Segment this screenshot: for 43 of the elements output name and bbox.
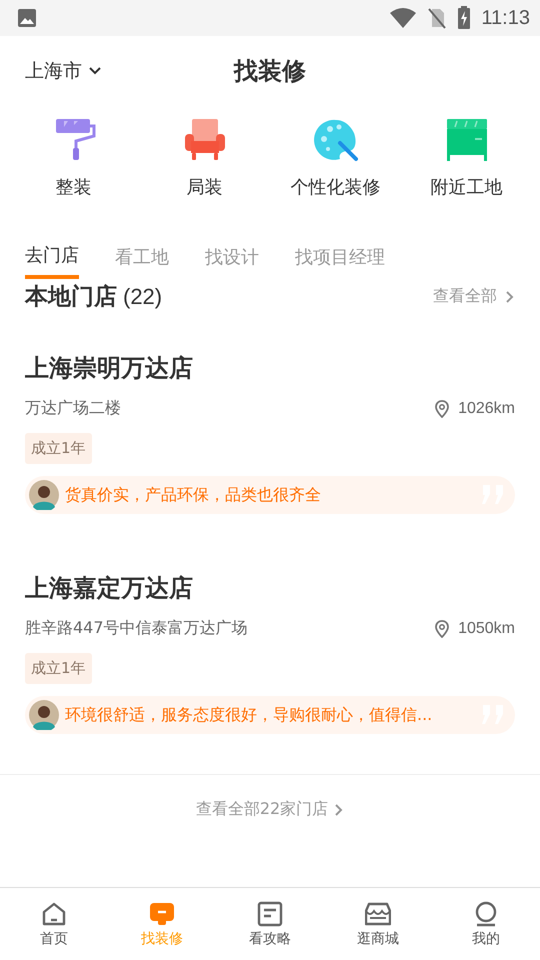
category-button[interactable]: 局装 (142, 117, 267, 199)
review-text: 环境很舒适，服务态度很好，导购很耐心，值得信... (65, 704, 434, 726)
chevron-down-icon (88, 66, 102, 76)
nav-tab[interactable]: 首页 (14, 900, 94, 948)
status-time: 11:13 (481, 6, 530, 30)
category-button[interactable]: 附近工地 (404, 117, 529, 199)
store-name[interactable]: 上海嘉定万达店 (25, 572, 193, 604)
document-icon (257, 900, 283, 926)
store-name[interactable]: 上海崇明万达店 (25, 352, 193, 384)
person-icon (473, 900, 499, 926)
location-pin-icon (434, 620, 450, 638)
category-button[interactable]: 个性化装修 (273, 117, 398, 199)
location-pin-icon (434, 400, 450, 418)
no-sim-icon (427, 7, 448, 29)
store-tag: 成立1年 (25, 653, 92, 684)
store-icon (365, 900, 391, 926)
gallery-icon (17, 8, 37, 28)
chevron-right-icon (334, 802, 344, 816)
cabinet-icon (444, 117, 488, 163)
store-distance: 1050km (458, 620, 515, 638)
avatar-icon (29, 480, 59, 510)
chevron-right-icon (505, 290, 515, 304)
home-icon (41, 900, 67, 926)
armchair-icon (182, 117, 226, 163)
message-icon (149, 900, 175, 926)
wifi-icon (389, 7, 418, 29)
nav-tab[interactable]: 我的 (446, 900, 526, 948)
section-title: 本地门店 (25, 283, 117, 312)
store-address: 胜辛路447号中信泰富万达广场 (25, 618, 248, 639)
category-button[interactable]: 整装 (11, 117, 136, 199)
avatar-icon (29, 700, 59, 730)
battery-icon (457, 6, 472, 30)
palette-icon (314, 117, 358, 163)
store-count: (22) (123, 284, 162, 310)
tab[interactable]: 去门店 (25, 235, 79, 279)
store-tag: 成立1年 (25, 433, 92, 464)
city-selector[interactable]: 上海市 (25, 58, 102, 84)
review-text: 货真价实，产品环保，品类也很齐全 (65, 484, 322, 506)
store-distance: 1026km (458, 400, 515, 418)
nav-tab[interactable]: 看攻略 (230, 900, 310, 948)
page-title: 找装修 (232, 56, 307, 86)
nav-tab[interactable]: 逛商城 (338, 900, 418, 948)
store-address: 万达广场二楼 (25, 398, 121, 419)
